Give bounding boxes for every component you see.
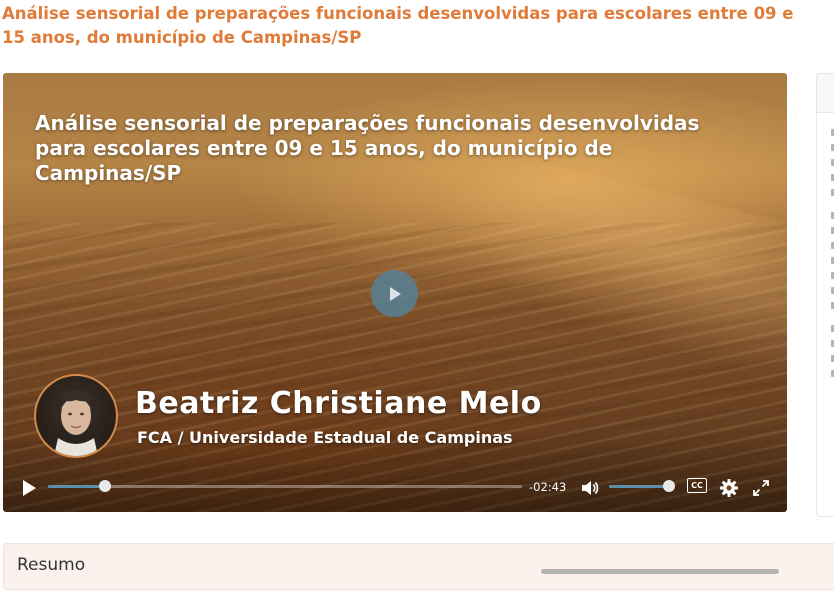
volume-slider-level <box>609 485 669 488</box>
summary-section: Resumo <box>3 543 834 590</box>
video-title: Análise sensorial de preparações funcion… <box>35 111 765 186</box>
side-panel-header <box>817 74 834 113</box>
seek-bar-progress <box>48 485 105 488</box>
presenter-name: Beatriz Christiane Melo <box>135 386 542 421</box>
play-icon[interactable] <box>21 479 37 497</box>
volume-slider-handle[interactable] <box>663 480 675 492</box>
horizontal-scrollbar[interactable] <box>541 569 779 574</box>
seek-bar[interactable] <box>48 480 522 492</box>
seek-bar-handle[interactable] <box>98 480 111 492</box>
presenter-affiliation: FCA / Universidade Estadual de Campinas <box>137 428 513 447</box>
volume-icon[interactable] <box>580 478 600 498</box>
video-title-line: Análise sensorial de preparações funcion… <box>35 111 700 135</box>
presenter-avatar <box>34 374 118 458</box>
summary-heading: Resumo <box>17 555 86 575</box>
big-play-button[interactable] <box>371 270 418 317</box>
side-panel <box>816 73 834 517</box>
captions-icon[interactable]: CC <box>687 478 707 493</box>
video-player[interactable]: Análise sensorial de preparações funcion… <box>3 73 787 512</box>
gear-icon[interactable] <box>719 478 739 498</box>
volume-slider[interactable] <box>609 480 675 492</box>
video-title-line: Campinas/SP <box>35 161 182 185</box>
player-controls: -02:43 CC <box>3 473 787 503</box>
remaining-time: -02:43 <box>529 480 567 494</box>
play-icon <box>389 286 401 301</box>
video-title-line: para escolares entre 09 e 15 anos, do mu… <box>35 136 613 160</box>
fullscreen-icon[interactable] <box>751 478 771 498</box>
page-title: Análise sensorial de preparações funcion… <box>2 4 794 47</box>
